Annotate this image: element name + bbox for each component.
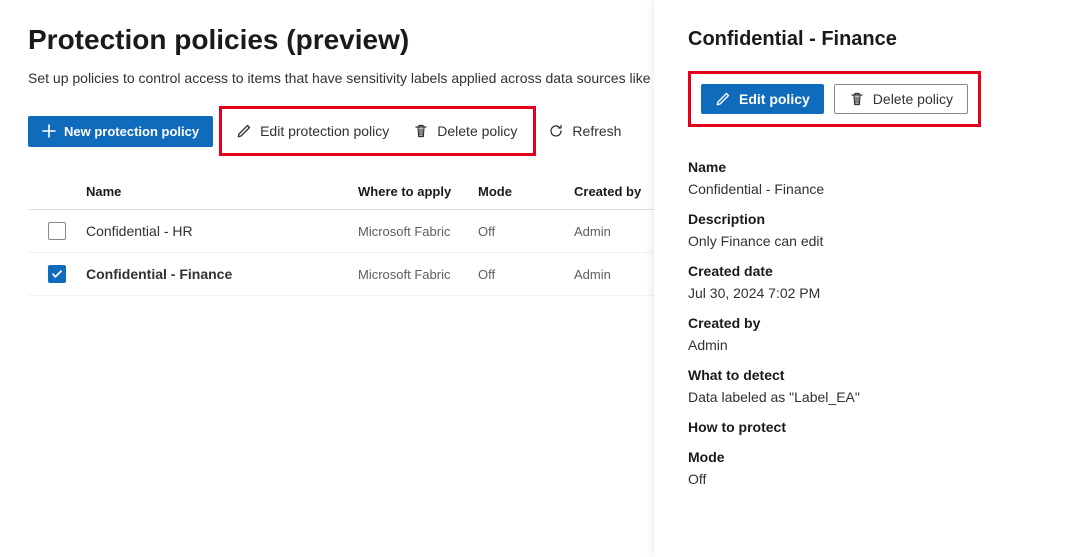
detail-label-what-to-detect: What to detect (688, 367, 1046, 383)
detail-value-name: Confidential - Finance (688, 181, 1046, 197)
header-created-by[interactable]: Created by (574, 184, 654, 199)
detail-value-what-to-detect: Data labeled as "Label_EA" (688, 389, 1046, 405)
table-row[interactable]: Confidential - HR Microsoft Fabric Off A… (28, 210, 654, 253)
main-area: Protection policies (preview) Set up pol… (0, 0, 654, 557)
row-checkbox[interactable] (48, 265, 66, 283)
policies-table: Name Where to apply Mode Created by Conf… (28, 174, 654, 296)
edit-protection-policy-label: Edit protection policy (260, 123, 389, 139)
detail-value-description: Only Finance can edit (688, 233, 1046, 249)
details-actions-highlight: Edit policy Delete policy (688, 71, 981, 127)
delete-policy-button[interactable]: Delete policy (401, 115, 529, 147)
refresh-label: Refresh (572, 123, 621, 139)
detail-value-created-date: Jul 30, 2024 7:02 PM (688, 285, 1046, 301)
edit-policy-label: Edit policy (739, 91, 810, 107)
row-where: Microsoft Fabric (358, 267, 478, 282)
new-protection-policy-button[interactable]: New protection policy (28, 116, 213, 147)
row-name: Confidential - HR (86, 223, 358, 239)
detail-label-how-to-protect: How to protect (688, 419, 1046, 435)
page-title: Protection policies (preview) (28, 24, 654, 56)
refresh-icon (548, 123, 564, 139)
delete-policy-label: Delete policy (437, 123, 517, 139)
header-where[interactable]: Where to apply (358, 184, 478, 199)
row-mode: Off (478, 267, 574, 282)
row-name: Confidential - Finance (86, 266, 358, 282)
delete-policy-button-side[interactable]: Delete policy (834, 84, 968, 114)
details-panel: Confidential - Finance Edit policy Delet… (654, 0, 1070, 557)
detail-label-mode: Mode (688, 449, 1046, 465)
detail-label-created-by: Created by (688, 315, 1046, 331)
plus-icon (42, 124, 56, 138)
header-mode[interactable]: Mode (478, 184, 574, 199)
toolbar-highlight: Edit protection policy Delete policy (219, 106, 536, 156)
table-header: Name Where to apply Mode Created by (28, 174, 654, 210)
edit-icon (715, 91, 731, 107)
row-checkbox[interactable] (48, 222, 66, 240)
edit-policy-button[interactable]: Edit policy (701, 84, 824, 114)
check-icon (51, 268, 63, 280)
detail-value-mode: Off (688, 471, 1046, 487)
edit-protection-policy-button[interactable]: Edit protection policy (224, 115, 401, 147)
trash-icon (413, 123, 429, 139)
refresh-button[interactable]: Refresh (536, 115, 633, 147)
row-created-by: Admin (574, 224, 654, 239)
row-created-by: Admin (574, 267, 654, 282)
detail-label-name: Name (688, 159, 1046, 175)
new-protection-policy-label: New protection policy (64, 124, 199, 139)
trash-icon (849, 91, 865, 107)
detail-label-description: Description (688, 211, 1046, 227)
page-subtitle: Set up policies to control access to ite… (28, 70, 654, 86)
detail-value-created-by: Admin (688, 337, 1046, 353)
delete-policy-label-side: Delete policy (873, 91, 953, 107)
table-row[interactable]: Confidential - Finance Microsoft Fabric … (28, 253, 654, 296)
row-mode: Off (478, 224, 574, 239)
edit-icon (236, 123, 252, 139)
toolbar: New protection policy Edit protection po… (28, 106, 654, 156)
detail-label-created-date: Created date (688, 263, 1046, 279)
details-title: Confidential - Finance (688, 28, 1046, 51)
header-name[interactable]: Name (86, 184, 358, 199)
row-where: Microsoft Fabric (358, 224, 478, 239)
